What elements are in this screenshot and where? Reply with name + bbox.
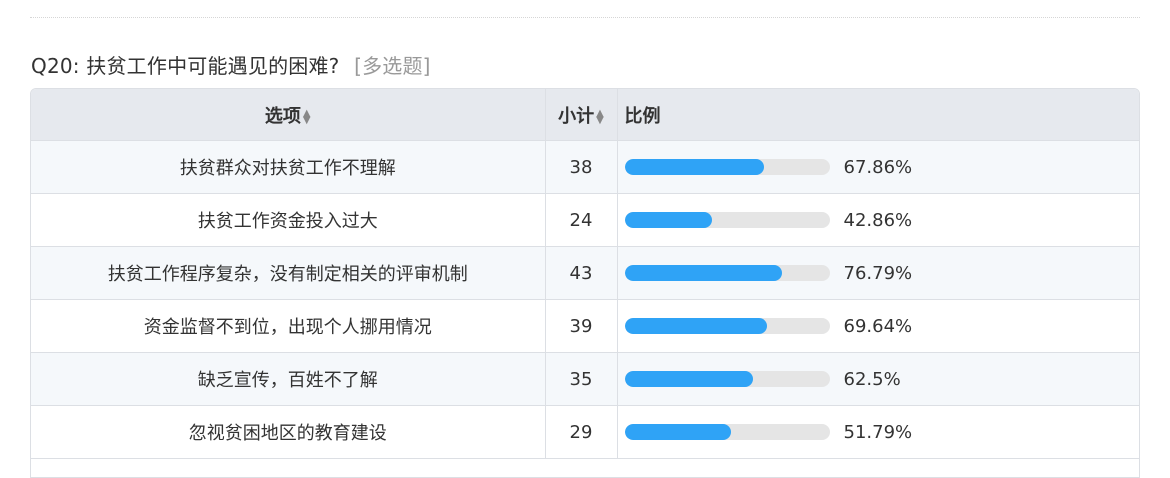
progress-bar-fill	[624, 318, 768, 334]
progress-bar-track	[624, 318, 830, 334]
ratio-cell: 51.79%	[617, 405, 1140, 459]
count-cell: 39	[545, 299, 618, 353]
count-cell: 43	[545, 246, 618, 300]
progress-bar-track	[624, 212, 830, 228]
table-row: 忽视贫困地区的教育建设 29 51.79%	[31, 405, 1140, 459]
progress-bar-fill	[624, 265, 782, 281]
section-divider	[30, 17, 1140, 18]
ratio-wrapper: 62.5%	[618, 353, 1140, 405]
percent-label: 62.5%	[843, 368, 901, 390]
option-header-label: 选项	[264, 105, 301, 127]
results-table-container: 选项 ▲ ▼ 小计 ▲ ▼ 比例 扶贫群众对扶贫工作不理解 38 67.86% 扶贫工作资金投…	[30, 88, 1140, 478]
ratio-cell: 76.79%	[617, 246, 1140, 300]
count-cell: 38	[545, 140, 618, 194]
count-cell: 24	[545, 193, 618, 247]
ratio-wrapper: 76.79%	[618, 247, 1140, 299]
ratio-cell: 67.86%	[617, 140, 1140, 194]
count-column-header[interactable]: 小计 ▲ ▼	[545, 89, 618, 141]
option-cell: 忽视贫困地区的教育建设	[31, 405, 546, 459]
ratio-cell: 62.5%	[617, 352, 1140, 406]
percent-label: 67.86%	[843, 156, 913, 178]
percent-label: 42.86%	[843, 209, 913, 231]
table-row: 扶贫工作程序复杂，没有制定相关的评审机制 43 76.79%	[31, 246, 1140, 300]
results-table: 选项 ▲ ▼ 小计 ▲ ▼ 比例 扶贫群众对扶贫工作不理解 38 67.86% 扶贫工作资金投…	[31, 89, 1139, 459]
progress-bar-track	[624, 371, 830, 387]
option-cell: 缺乏宣传，百姓不了解	[31, 352, 546, 406]
ratio-cell: 69.64%	[617, 299, 1140, 353]
percent-label: 69.64%	[843, 315, 913, 337]
progress-bar-track	[624, 265, 830, 281]
table-row: 扶贫工作资金投入过大 24 42.86%	[31, 193, 1140, 247]
option-cell: 扶贫工作程序复杂，没有制定相关的评审机制	[31, 246, 546, 300]
percent-label: 51.79%	[843, 421, 913, 443]
table-row: 扶贫群众对扶贫工作不理解 38 67.86%	[31, 140, 1140, 194]
progress-bar-track	[624, 159, 830, 175]
sort-icon[interactable]: ▲ ▼	[596, 108, 604, 125]
ratio-cell: 42.86%	[617, 193, 1140, 247]
sort-icon[interactable]: ▲ ▼	[303, 108, 311, 125]
option-column-header[interactable]: 选项 ▲ ▼	[31, 89, 546, 141]
count-cell: 35	[545, 352, 618, 406]
progress-bar-track	[624, 424, 830, 440]
progress-bar-fill	[624, 371, 753, 387]
option-cell: 扶贫工作资金投入过大	[31, 193, 546, 247]
ratio-wrapper: 67.86%	[618, 141, 1140, 193]
question-label: Q20: 扶贫工作中可能遇见的困难?	[31, 54, 340, 78]
table-header-row: 选项 ▲ ▼ 小计 ▲ ▼ 比例	[31, 89, 1139, 141]
ratio-column-header: 比例	[617, 89, 1139, 141]
table-row: 缺乏宣传，百姓不了解 35 62.5%	[31, 352, 1140, 406]
question-type-tag: [多选题]	[354, 54, 431, 78]
count-cell: 29	[545, 405, 618, 459]
progress-bar-fill	[624, 159, 764, 175]
option-cell: 扶贫群众对扶贫工作不理解	[31, 140, 546, 194]
ratio-header-label: 比例	[624, 105, 661, 127]
percent-label: 76.79%	[843, 262, 913, 284]
table-row: 资金监督不到位，出现个人挪用情况 39 69.64%	[31, 299, 1140, 353]
progress-bar-fill	[624, 424, 731, 440]
question-title: Q20: 扶贫工作中可能遇见的困难? [多选题]	[31, 50, 431, 79]
ratio-wrapper: 69.64%	[618, 300, 1140, 352]
ratio-wrapper: 51.79%	[618, 406, 1140, 458]
progress-bar-fill	[624, 212, 713, 228]
ratio-wrapper: 42.86%	[618, 194, 1140, 246]
option-cell: 资金监督不到位，出现个人挪用情况	[31, 299, 546, 353]
count-header-label: 小计	[558, 105, 595, 127]
table-body: 扶贫群众对扶贫工作不理解 38 67.86% 扶贫工作资金投入过大 24 42.86% 扶贫…	[31, 140, 1140, 459]
